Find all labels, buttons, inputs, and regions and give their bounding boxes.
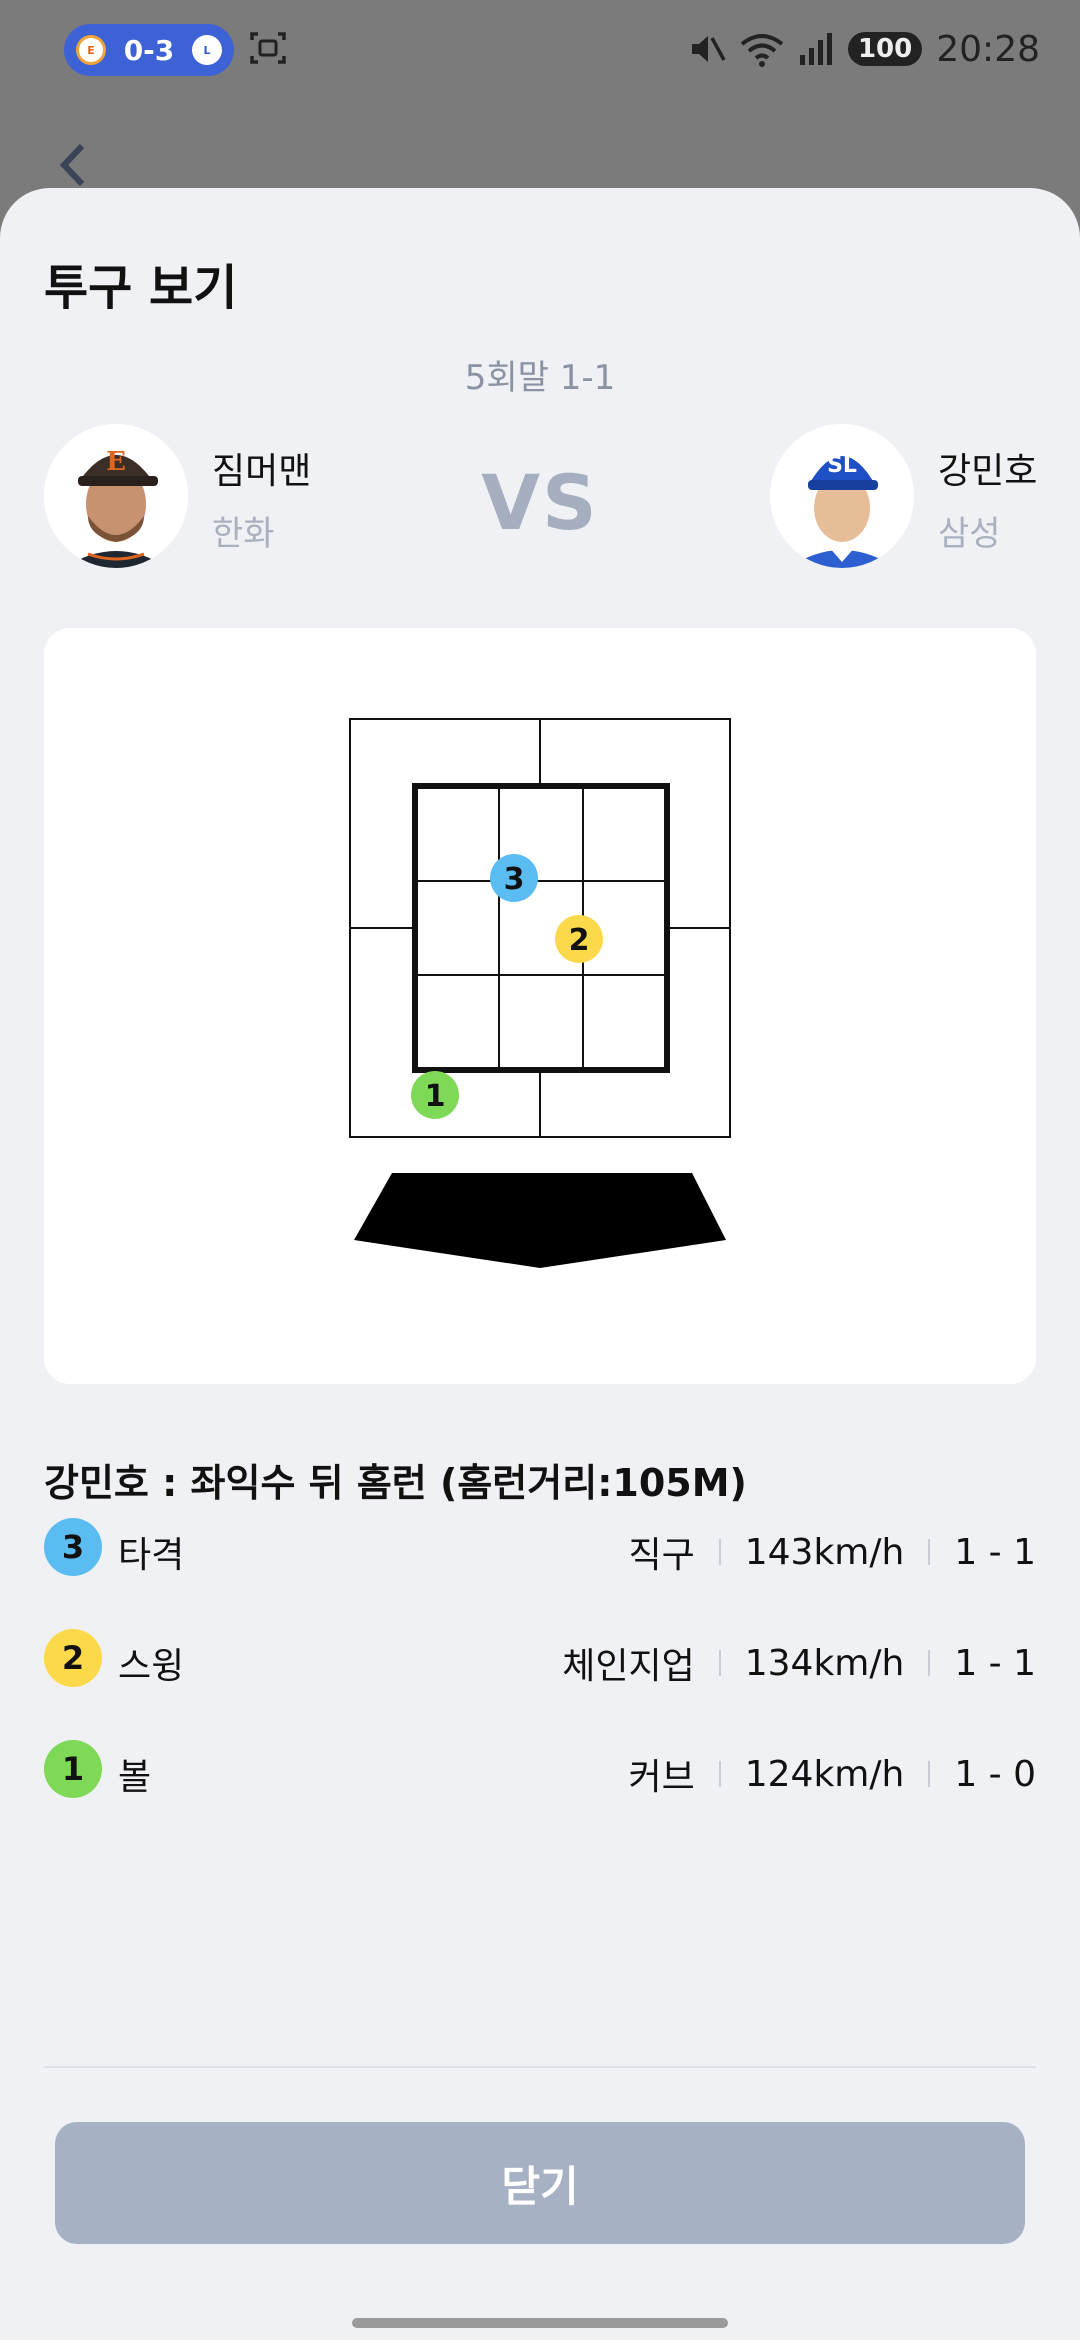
pitch-type: 커브	[628, 1757, 695, 1798]
status-bar: E 0-3 L 100 20:28	[0, 0, 1080, 100]
pitch-speed: 134km/h	[744, 1642, 905, 1684]
pitch-result: 볼	[118, 1757, 152, 1798]
pitch-marker-2: 2	[555, 915, 603, 963]
divider	[718, 1761, 721, 1787]
batter-info: SL 강민호 삼성	[770, 424, 1070, 574]
screenshot-icon	[250, 32, 286, 64]
sheet-title: 투구 보기	[44, 260, 238, 316]
inning-label: 5회말 1-1	[464, 358, 616, 398]
pitch-number-badge: 2	[44, 1629, 102, 1687]
clock: 20:28	[936, 28, 1040, 70]
pitch-result: 스윙	[118, 1646, 185, 1687]
home-plate	[354, 1173, 726, 1268]
pitch-view-sheet: 투구 보기 5회말 1-1 E 짐머맨 한화 VS SL 강민호 삼성 3 2 …	[0, 188, 1080, 2340]
mute-icon	[691, 36, 726, 62]
section-divider	[44, 2066, 1036, 2068]
battery-indicator: 100	[847, 32, 923, 66]
strike-zone-diagram: 3 2 1	[349, 718, 731, 1268]
back-arrow-icon[interactable]	[52, 140, 92, 190]
samsung-logo-icon: L	[192, 35, 222, 65]
pitch-speed: 124km/h	[744, 1753, 905, 1795]
at-bat-result: 강민호 : 좌익수 뒤 홈런 (홈런거리:105M)	[44, 1461, 747, 1505]
svg-text:SL: SL	[827, 453, 857, 478]
pitch-marker-3: 3	[490, 854, 538, 902]
batter-avatar: SL	[770, 424, 914, 568]
pitch-result: 타격	[118, 1535, 185, 1576]
divider	[718, 1650, 721, 1676]
signal-icon	[799, 33, 832, 65]
pitch-type: 직구	[628, 1535, 695, 1576]
divider	[928, 1761, 931, 1787]
pitch-number-badge: 1	[44, 1740, 102, 1798]
home-indicator[interactable]	[352, 2318, 728, 2328]
pitch-details: 커브 124km/h 1 - 0	[628, 1748, 1036, 1800]
pitch-type: 체인지업	[562, 1646, 695, 1687]
pitch-details: 체인지업 134km/h 1 - 1	[562, 1637, 1036, 1689]
live-score-pill[interactable]: E 0-3 L	[64, 24, 234, 76]
divider	[718, 1539, 721, 1565]
pitch-speed: 143km/h	[744, 1531, 905, 1573]
pitch-marker-1: 1	[411, 1071, 459, 1119]
hanwha-logo-icon: E	[76, 35, 106, 65]
strike-zone-card: 3 2 1	[44, 628, 1036, 1384]
status-icons: 100 20:28	[688, 26, 1040, 72]
close-button[interactable]: 닫기	[55, 2122, 1025, 2244]
pitch-row: 1 볼 커브 124km/h 1 - 0	[44, 1740, 1036, 1800]
divider	[928, 1650, 931, 1676]
svg-text:3: 3	[504, 862, 525, 897]
svg-text:2: 2	[569, 923, 590, 958]
batter-name: 강민호	[938, 451, 1038, 492]
divider	[928, 1539, 931, 1565]
pitch-details: 직구 143km/h 1 - 1	[628, 1526, 1036, 1578]
pitch-row: 3 타격 직구 143km/h 1 - 1	[44, 1518, 1036, 1578]
ball-count: 1 - 0	[954, 1753, 1036, 1795]
ball-count: 1 - 1	[954, 1531, 1036, 1573]
live-score: 0-3	[123, 33, 175, 67]
pitch-row: 2 스윙 체인지업 134km/h 1 - 1	[44, 1629, 1036, 1689]
svg-text:1: 1	[425, 1079, 446, 1114]
batter-team: 삼성	[938, 514, 1001, 554]
pitch-number-badge: 3	[44, 1518, 102, 1576]
wifi-icon	[740, 34, 784, 67]
ball-count: 1 - 1	[954, 1642, 1036, 1684]
